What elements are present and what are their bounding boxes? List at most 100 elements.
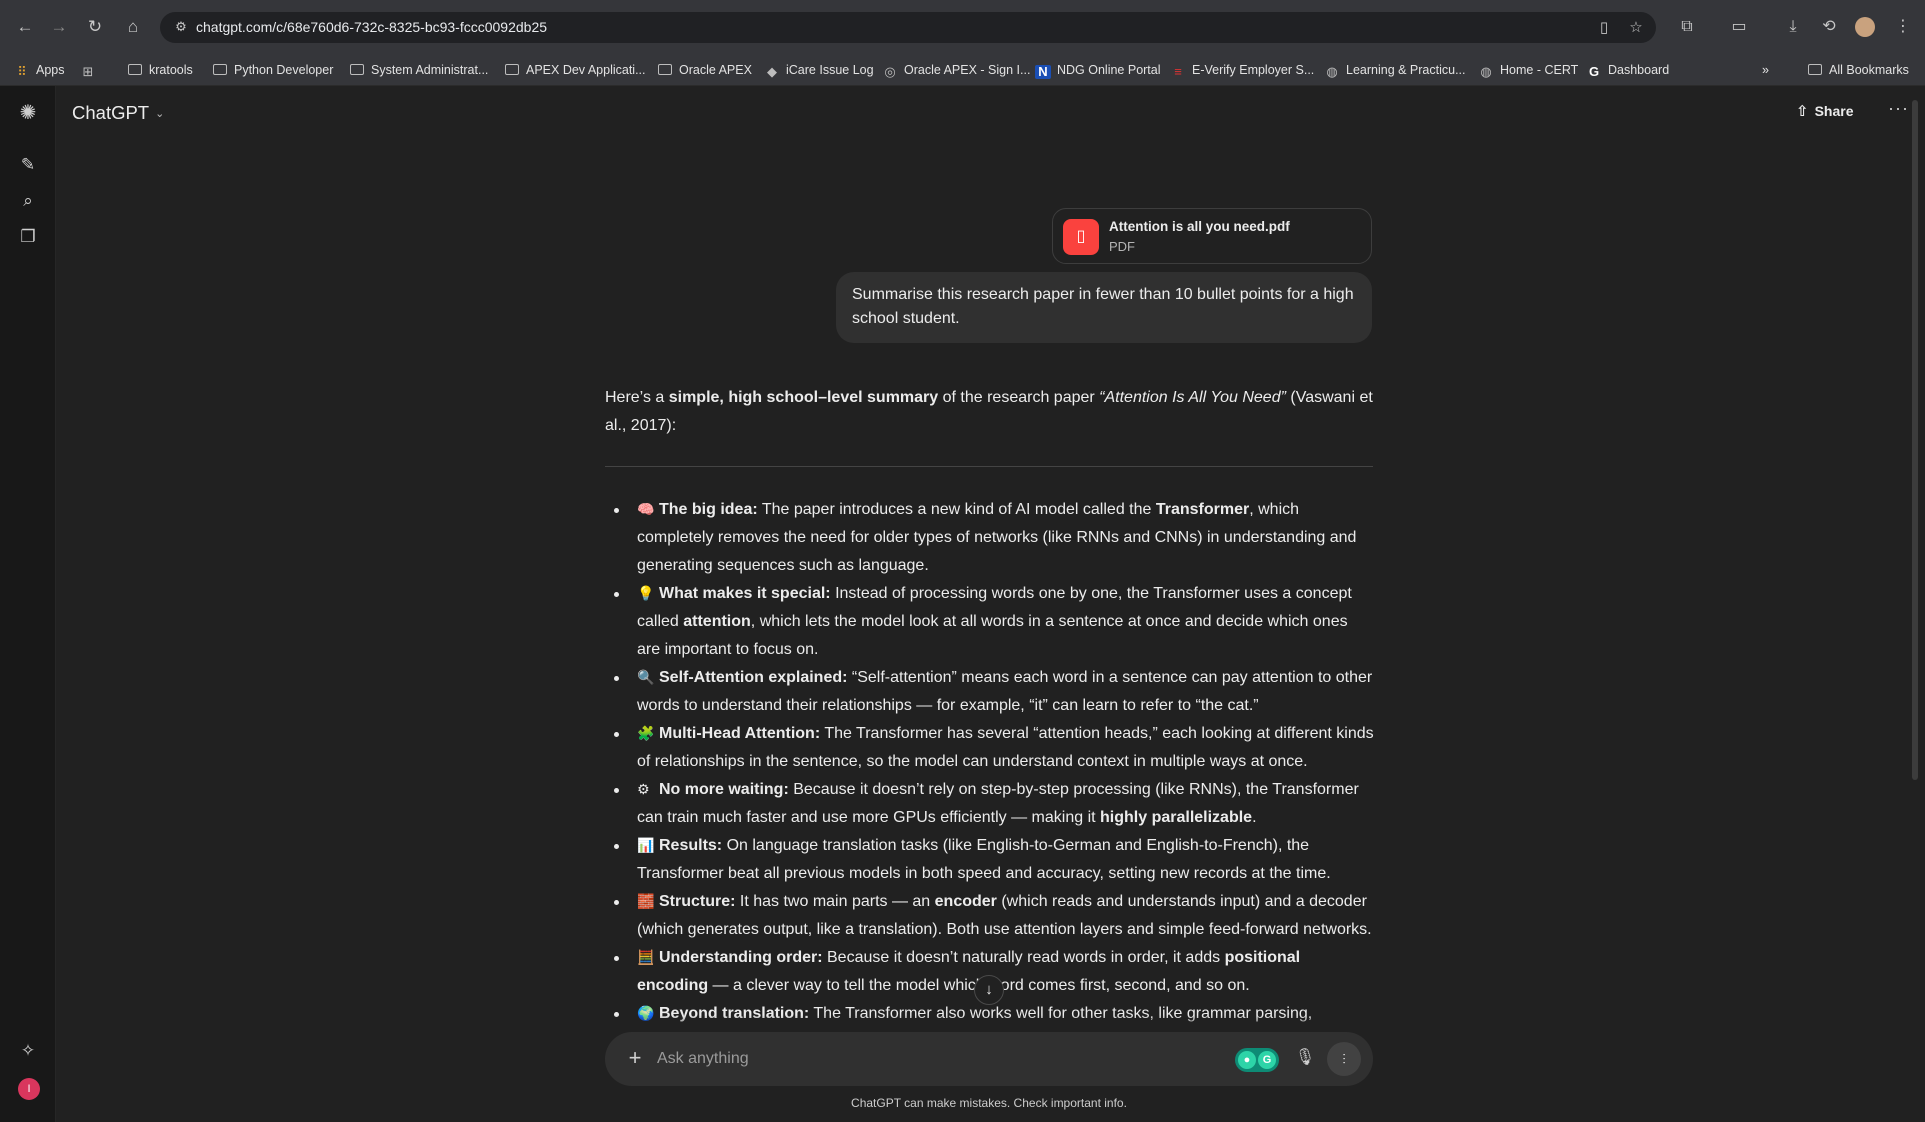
share-button[interactable]: ⇧ Share xyxy=(1796,102,1854,120)
bookmark-label: APEX Dev Applicati... xyxy=(526,63,646,77)
sparkle-icon[interactable]: ✧ xyxy=(17,1040,39,1062)
library-icon[interactable]: ❐ xyxy=(17,226,39,248)
bookmark-label: NDG Online Portal xyxy=(1057,63,1161,77)
bullet-bold: encoder xyxy=(934,893,997,910)
bookmark-oracle-apex[interactable]: Oracle APEX xyxy=(658,59,752,81)
assistant-intro: Here’s a simple, high school–level summa… xyxy=(605,384,1373,440)
bookmark-label: Oracle APEX - Sign I... xyxy=(904,63,1031,77)
browser-menu-icon[interactable]: ⋮ xyxy=(1892,16,1914,38)
magnifier-icon: 🔍 xyxy=(637,670,655,686)
bookmark-label: iCare Issue Log xyxy=(786,63,874,77)
grid-icon: ⊞ xyxy=(82,64,94,79)
download-icon[interactable]: ⤓ xyxy=(1782,16,1804,38)
folder-icon xyxy=(1808,64,1822,75)
bookmark-oracle-apex-sign[interactable]: ◎ Oracle APEX - Sign I... xyxy=(882,59,1030,81)
bookmark-all-bookmarks[interactable]: All Bookmarks xyxy=(1808,59,1909,81)
bullet-title: Self-Attention explained: xyxy=(659,669,848,686)
bookmark-home-cert[interactable]: ◍ Home - CERT xyxy=(1478,59,1578,81)
bookmark-label: All Bookmarks xyxy=(1829,63,1909,77)
extensions-icon[interactable]: ⧉ xyxy=(1676,16,1698,38)
share-label: Share xyxy=(1814,103,1854,119)
attachment-name: Attention is all you need.pdf xyxy=(1109,219,1290,234)
page-icon[interactable]: ▯ xyxy=(1594,18,1614,38)
grammarly-icon: G xyxy=(1258,1051,1276,1069)
folder-icon xyxy=(658,64,672,75)
bullet-title: No more waiting: xyxy=(659,781,789,798)
tab-search-icon[interactable]: ▭ xyxy=(1728,16,1750,38)
bookmark-label: Oracle APEX xyxy=(679,63,752,77)
bookmarks-overflow-icon[interactable]: » xyxy=(1762,59,1769,81)
url-text: chatgpt.com/c/68e760d6-732c-8325-bc93-fc… xyxy=(196,19,548,35)
bookmark-label: Apps xyxy=(36,63,65,77)
bookmarks-bar: ⠿ Apps ⊞ kratools Python Developer System… xyxy=(0,54,1925,86)
bookmark-apex-dev[interactable]: APEX Dev Applicati... xyxy=(505,59,646,81)
divider xyxy=(605,466,1373,467)
list-item: 🧩 Multi-Head Attention: The Transformer h… xyxy=(605,720,1374,776)
voice-mode-button[interactable]: ⫶ xyxy=(1327,1042,1361,1076)
openai-logo-icon[interactable]: ✺ xyxy=(17,102,39,124)
microphone-icon[interactable]: 🎙 xyxy=(1293,1046,1317,1070)
list-item: 🧠 The big idea: The paper introduces a ne… xyxy=(605,496,1374,580)
star-bookmark-icon[interactable]: ☆ xyxy=(1626,18,1646,38)
bullet-title: Understanding order: xyxy=(659,949,823,966)
bar-chart-icon: 📊 xyxy=(637,838,655,854)
site-icon: N xyxy=(1035,65,1051,79)
user-avatar[interactable]: I xyxy=(18,1078,40,1100)
abacus-icon: 🧮 xyxy=(637,950,655,966)
bookmark-dashboard[interactable]: G Dashboard xyxy=(1586,59,1669,81)
search-icon[interactable]: ⌕ xyxy=(17,190,39,212)
message-composer: + ● G 🎙 ⫶ xyxy=(605,1032,1373,1086)
list-item: ⚙ No more waiting: Because it doesn’t rel… xyxy=(605,776,1374,832)
bookmark-label: System Administrat... xyxy=(371,63,489,77)
bookmark-label: kratools xyxy=(149,63,193,77)
bullet-bold: attention xyxy=(683,613,751,630)
attachment-type: PDF xyxy=(1109,239,1135,254)
bookmark-label: Python Developer xyxy=(234,63,334,77)
folder-icon xyxy=(350,64,364,75)
add-attachment-icon[interactable]: + xyxy=(621,1044,649,1072)
address-bar[interactable]: ⚙ chatgpt.com/c/68e760d6-732c-8325-bc93-… xyxy=(160,12,1656,43)
bookmark-learning[interactable]: ◍ Learning & Practicu... xyxy=(1324,59,1465,81)
scroll-to-bottom-button[interactable]: ↓ xyxy=(974,975,1004,1005)
profile-avatar[interactable] xyxy=(1855,17,1875,37)
model-selector[interactable]: ChatGPT ⌄ xyxy=(72,102,164,124)
more-options-icon[interactable]: ··· xyxy=(1888,98,1909,119)
bookmark-apps[interactable]: ⠿ Apps xyxy=(14,59,65,81)
site-icon: ◆ xyxy=(767,64,777,79)
bullet-text: It has two main parts — an xyxy=(735,893,935,910)
brain-icon: 🧠 xyxy=(637,502,655,518)
bookmark-everify[interactable]: ≡ E-Verify Employer S... xyxy=(1170,59,1314,81)
bookmark-system-administrat[interactable]: System Administrat... xyxy=(350,59,488,81)
bookmark-python-developer[interactable]: Python Developer xyxy=(213,59,333,81)
bricks-icon: 🧱 xyxy=(637,894,655,910)
file-attachment[interactable]: ▯ Attention is all you need.pdf PDF xyxy=(1052,208,1372,264)
site-settings-icon[interactable]: ⚙ xyxy=(172,18,190,36)
bullet-text: On language translation tasks (like Engl… xyxy=(637,837,1331,882)
bullet-bold: Transformer xyxy=(1155,501,1250,518)
site-icon: ≡ xyxy=(1174,64,1182,79)
bookmark-icare[interactable]: ◆ iCare Issue Log xyxy=(764,59,874,81)
new-chat-icon[interactable]: ✎ xyxy=(17,154,39,176)
list-item: 💡 What makes it special: Instead of proce… xyxy=(605,580,1374,664)
home-icon[interactable]: ⌂ xyxy=(122,16,144,38)
bullet-text: Because it doesn’t naturally read words … xyxy=(822,949,1225,966)
bookmark-grid[interactable]: ⊞ xyxy=(80,59,102,81)
browser-window: ← → ↻ ⌂ ⚙ chatgpt.com/c/68e760d6-732c-83… xyxy=(0,0,1925,1122)
paper-title: “Attention Is All You Need” xyxy=(1099,389,1286,406)
scrollbar[interactable] xyxy=(1912,100,1918,780)
puzzle-icon: 🧩 xyxy=(637,726,655,742)
bookmark-label: E-Verify Employer S... xyxy=(1192,63,1315,77)
globe-icon: ◍ xyxy=(1480,64,1492,79)
intro-text: Here’s a xyxy=(605,389,669,406)
prompt-input[interactable] xyxy=(657,1048,1297,1070)
app-title: ChatGPT xyxy=(72,102,150,123)
history-icon[interactable]: ⟲ xyxy=(1818,16,1840,38)
back-arrow-icon[interactable]: ← xyxy=(14,16,36,38)
forward-arrow-icon[interactable]: → xyxy=(48,16,70,38)
list-item: 🧱 Structure: It has two main parts — an e… xyxy=(605,888,1374,944)
bookmark-ndg[interactable]: N NDG Online Portal xyxy=(1035,59,1161,81)
reload-icon[interactable]: ↻ xyxy=(84,16,106,38)
share-icon: ⇧ xyxy=(1796,103,1809,120)
bookmark-kratools[interactable]: kratools xyxy=(128,59,193,81)
grammarly-widget[interactable]: ● G xyxy=(1235,1048,1279,1072)
